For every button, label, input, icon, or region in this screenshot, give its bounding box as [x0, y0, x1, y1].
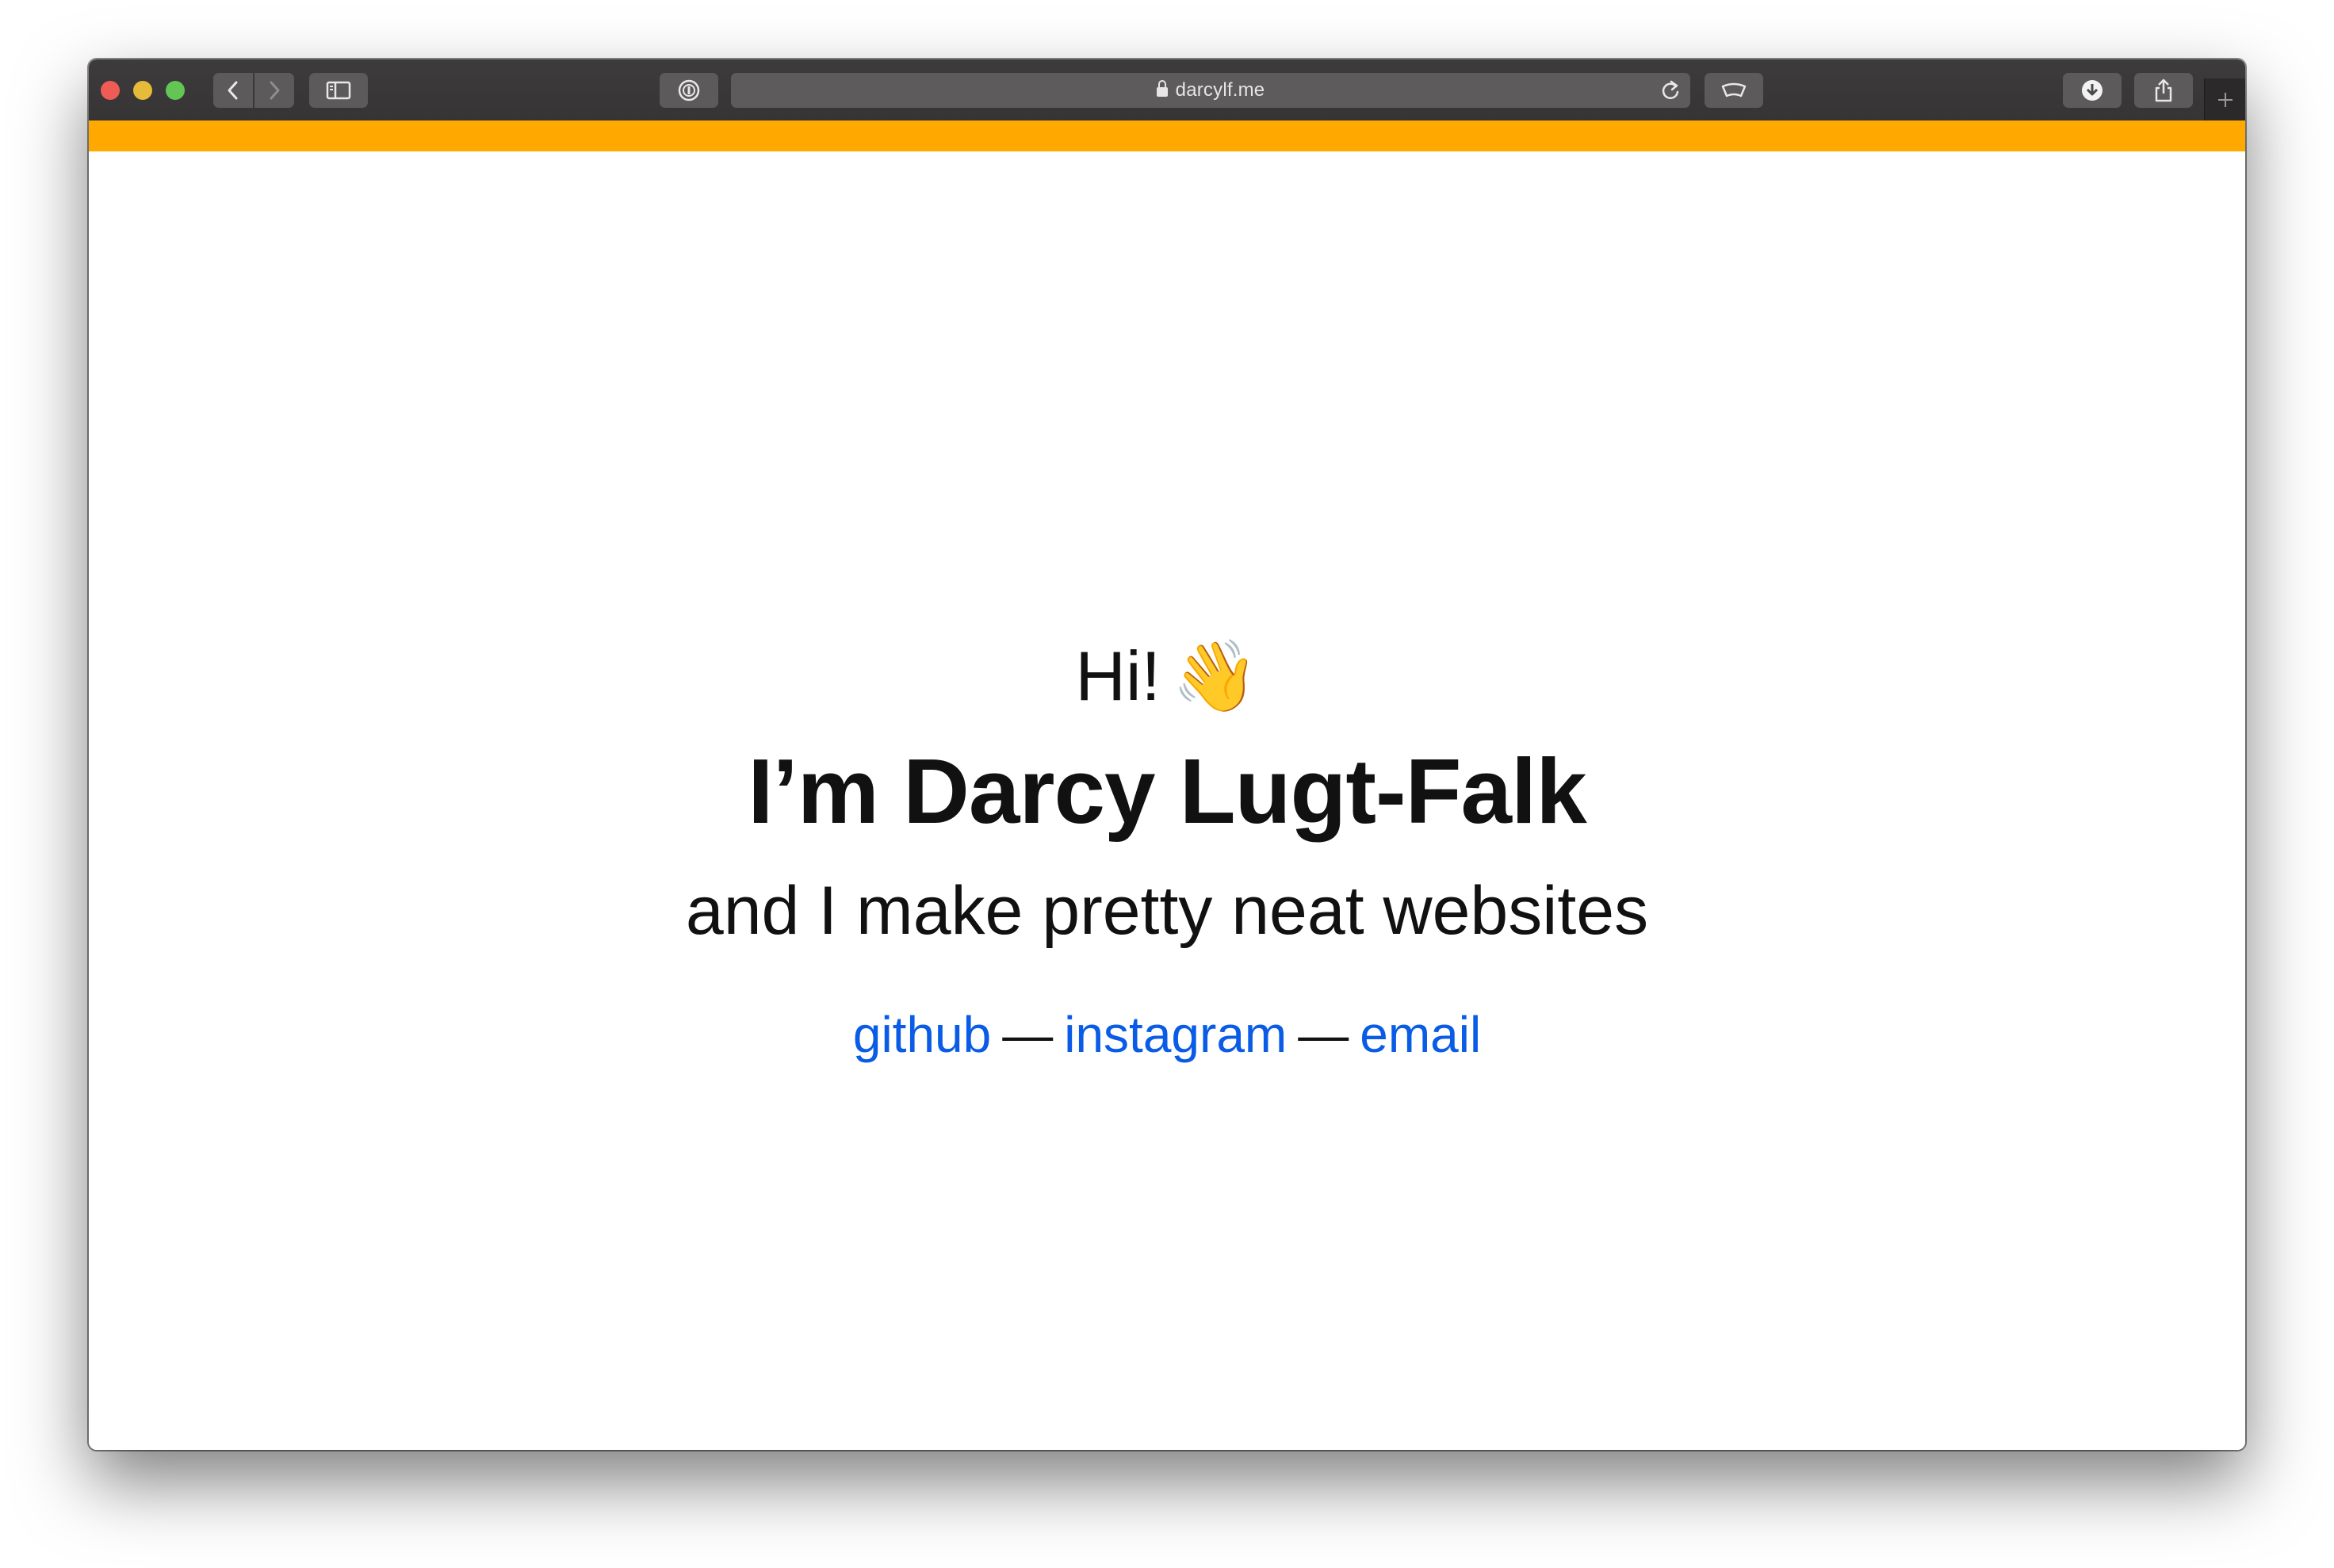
url-text: darcylf.me — [1175, 79, 1265, 101]
browser-window: darcylf.me Hi! 👋 I’m Darcy Lugt-Falk and… — [89, 59, 2245, 1450]
accent-bar — [89, 120, 2245, 151]
zoom-window-button[interactable] — [166, 81, 185, 100]
email-link[interactable]: email — [1360, 1003, 1481, 1066]
plus-icon — [2218, 92, 2233, 107]
download-icon — [2082, 80, 2103, 101]
sidebar-button[interactable] — [309, 73, 368, 108]
instagram-link[interactable]: instagram — [1064, 1003, 1287, 1066]
page-content: Hi! 👋 I’m Darcy Lugt-Falk and I make pre… — [89, 151, 2245, 1450]
browser-toolbar: darcylf.me — [89, 59, 2245, 121]
reader-button[interactable] — [1705, 73, 1763, 108]
downloads-button[interactable] — [2063, 73, 2122, 108]
reload-icon[interactable] — [1660, 79, 1681, 101]
waving-hand-icon: 👋 — [1171, 635, 1259, 717]
minimize-window-button[interactable] — [133, 81, 152, 100]
back-button[interactable] — [213, 73, 253, 108]
chevron-left-icon — [228, 81, 238, 100]
close-window-button[interactable] — [101, 81, 120, 100]
link-separator: — — [1002, 1006, 1054, 1063]
password-manager-icon — [678, 79, 700, 101]
share-button[interactable] — [2134, 73, 2193, 108]
social-links: github — instagram — email — [89, 1003, 2245, 1066]
password-manager-button[interactable] — [660, 73, 718, 108]
page-title: I’m Darcy Lugt-Falk — [748, 740, 1586, 843]
lock-icon — [1156, 80, 1168, 97]
chevron-right-icon — [270, 81, 280, 100]
reader-icon — [1721, 82, 1747, 98]
link-separator: — — [1298, 1006, 1349, 1063]
greeting-text: Hi! — [1075, 637, 1161, 715]
new-tab-button[interactable] — [2204, 78, 2245, 120]
share-icon — [2155, 78, 2172, 102]
github-link[interactable]: github — [853, 1003, 991, 1066]
address-bar-content: darcylf.me — [731, 73, 1690, 108]
greeting: Hi! 👋 — [89, 637, 2245, 716]
sidebar-icon — [326, 81, 351, 100]
address-bar[interactable]: darcylf.me — [731, 73, 1690, 108]
tagline: and I make pretty neat websites — [685, 873, 1649, 949]
forward-button[interactable] — [254, 73, 294, 108]
